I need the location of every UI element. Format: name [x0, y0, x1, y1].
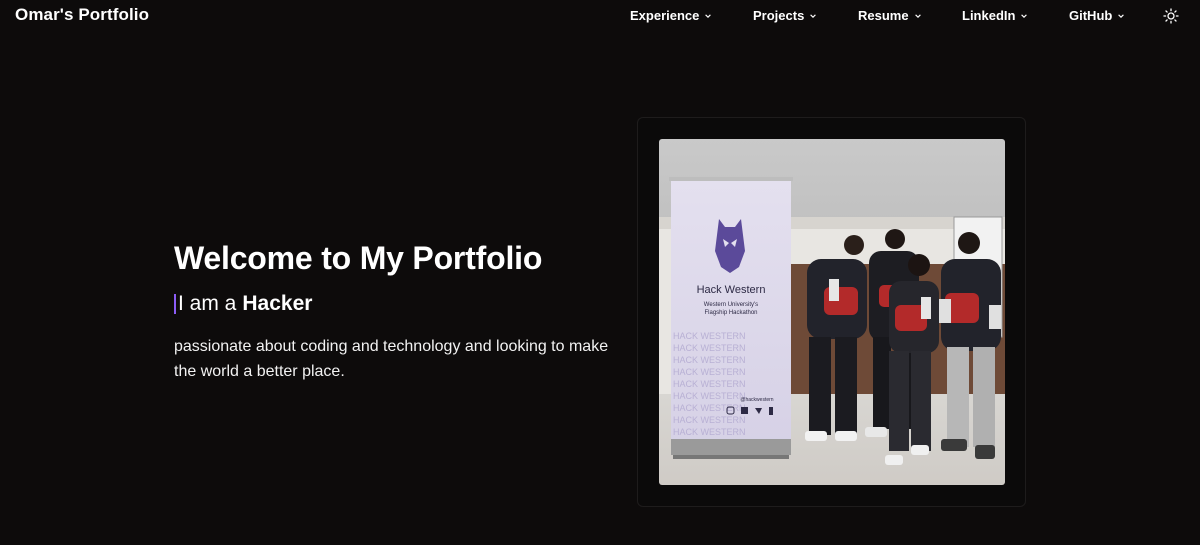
chevron-down-icon [705, 13, 712, 18]
nav-projects[interactable]: Projects [753, 8, 817, 23]
navbar: Omar's Portfolio Experience Projects Res… [0, 0, 1200, 32]
chevron-down-icon [1021, 13, 1028, 18]
banner-repeat: HACK WESTERN [673, 415, 746, 425]
banner-subtitle-1: Western University's [704, 302, 758, 308]
nav-resume[interactable]: Resume [858, 8, 922, 23]
nav-linkedin-label: LinkedIn [962, 8, 1016, 23]
banner-repeat: HACK WESTERN [673, 403, 746, 413]
photo-card: Hack Western Western University's Flagsh… [637, 117, 1026, 507]
chevron-down-icon [810, 13, 817, 18]
typing-cursor [174, 294, 176, 314]
banner-repeat: HACK WESTERN [673, 427, 746, 437]
typed-line: I am a Hacker [174, 292, 312, 316]
hero-tagline: passionate about coding and technology a… [174, 338, 609, 380]
hero-title: Welcome to My Portfolio [174, 240, 543, 276]
nav-resume-label: Resume [858, 8, 909, 23]
nav-projects-label: Projects [753, 8, 805, 23]
chevron-down-icon [914, 13, 921, 18]
typed-word: Hacker [242, 292, 313, 315]
brand-logo[interactable]: Omar's Portfolio [15, 5, 149, 25]
banner-repeat: HACK WESTERN [673, 343, 746, 353]
photo-illustration: Hack Western Western University's Flagsh… [659, 139, 1005, 485]
banner-subtitle-2: Flagship Hackathon [704, 310, 757, 316]
nav-linkedin[interactable]: LinkedIn [962, 8, 1028, 23]
banner-repeat: HACK WESTERN [673, 379, 746, 389]
nav-github[interactable]: GitHub [1069, 8, 1125, 23]
chevron-down-icon [1118, 13, 1125, 18]
banner-repeat: HACK WESTERN [673, 355, 746, 365]
nav-github-label: GitHub [1069, 8, 1113, 23]
nav-experience-label: Experience [630, 8, 700, 23]
hackathon-photo: Hack Western Western University's Flagsh… [659, 139, 1005, 485]
banner-title: Hack Western [697, 284, 766, 296]
banner-handle: @hackwestern [740, 397, 773, 403]
nav-experience[interactable]: Experience [630, 8, 712, 23]
banner-repeat: HACK WESTERN [673, 391, 746, 401]
banner-repeat: HACK WESTERN [673, 331, 746, 341]
typed-prefix: I am a [178, 292, 237, 315]
banner-repeat: HACK WESTERN [673, 367, 746, 377]
sun-icon[interactable] [1163, 8, 1179, 24]
